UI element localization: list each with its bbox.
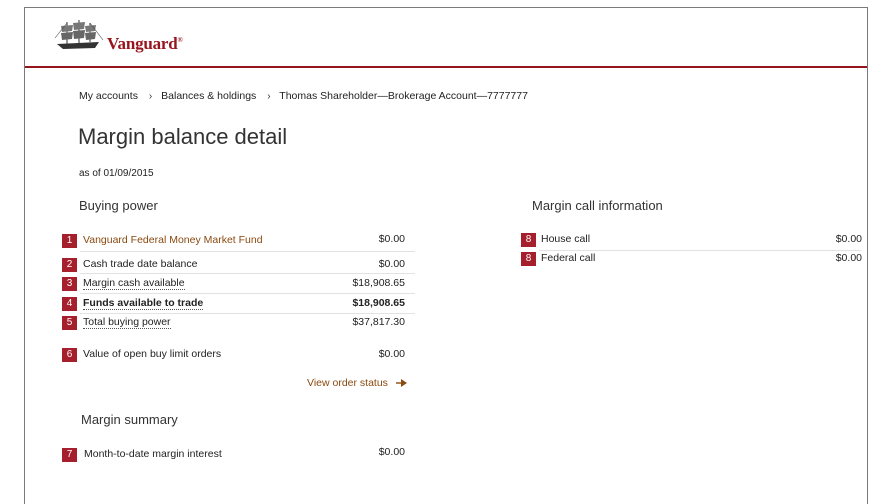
row-value: $37,817.30: [352, 316, 405, 328]
view-order-status-label: View order status: [307, 377, 388, 389]
row-number-badge: 2: [62, 258, 77, 272]
margin-call-heading: Margin call information: [532, 198, 663, 213]
row-number-badge: 4: [62, 297, 77, 311]
chevron-right-icon: ›: [148, 91, 153, 102]
page-title: Margin balance detail: [78, 124, 288, 149]
header-divider: [25, 66, 867, 68]
row-label: Cash trade date balance: [83, 258, 198, 270]
row-value: $0.00: [835, 252, 862, 264]
total-buying-power-label[interactable]: Total buying power: [83, 316, 171, 329]
row-number-badge: 8: [521, 252, 536, 266]
buying-power-heading: Buying power: [79, 198, 158, 213]
chevron-right-icon: ›: [267, 91, 271, 102]
row-number-badge: 7: [62, 448, 77, 462]
row-value: $0.00: [378, 446, 405, 458]
row-number-badge: 5: [62, 316, 77, 330]
row-value: $0.00: [378, 258, 405, 270]
row-value: $0.00: [835, 233, 862, 245]
ship-logo-icon: [54, 20, 104, 49]
arrow-right-icon: [395, 379, 407, 388]
row-divider: [80, 251, 415, 252]
row-number-badge: 3: [62, 277, 77, 291]
row-value: $0.00: [378, 233, 405, 245]
breadcrumb-my-accounts[interactable]: My accounts: [79, 90, 138, 102]
site-header: Vanguard®: [25, 8, 867, 68]
row-divider: [80, 273, 415, 274]
row-divider: [539, 250, 861, 251]
row-number-badge: 1: [62, 234, 77, 248]
row-value: $0.00: [378, 348, 405, 360]
view-order-status-link[interactable]: View order status: [307, 377, 407, 389]
breadcrumb-account: Thomas Shareholder—Brokerage Account—777…: [279, 90, 528, 102]
row-number-badge: 6: [62, 348, 77, 362]
row-value: $18,908.65: [352, 277, 405, 289]
row-label: Federal call: [541, 252, 596, 264]
margin-summary-heading: Margin summary: [81, 412, 178, 427]
row-label: Month-to-date margin interest: [84, 448, 222, 460]
row-divider: [80, 293, 415, 294]
row-value: $18,908.65: [352, 297, 405, 309]
margin-cash-label[interactable]: Margin cash available: [83, 277, 185, 290]
row-divider: [80, 313, 415, 314]
breadcrumb: My accounts › Balances & holdings › Thom…: [79, 90, 528, 102]
row-number-badge: 8: [521, 233, 536, 247]
page-frame: Vanguard® My accounts › Balances & holdi…: [24, 7, 868, 504]
row-label: House call: [541, 233, 591, 245]
funds-available-label[interactable]: Funds available to trade: [83, 297, 204, 310]
breadcrumb-balances-holdings[interactable]: Balances & holdings: [161, 90, 256, 102]
row-label: Value of open buy limit orders: [83, 348, 222, 360]
brand-logo[interactable]: Vanguard®: [107, 34, 183, 54]
as-of-date: as of 01/09/2015: [79, 168, 154, 179]
money-market-fund-link[interactable]: Vanguard Federal Money Market Fund: [83, 234, 263, 246]
